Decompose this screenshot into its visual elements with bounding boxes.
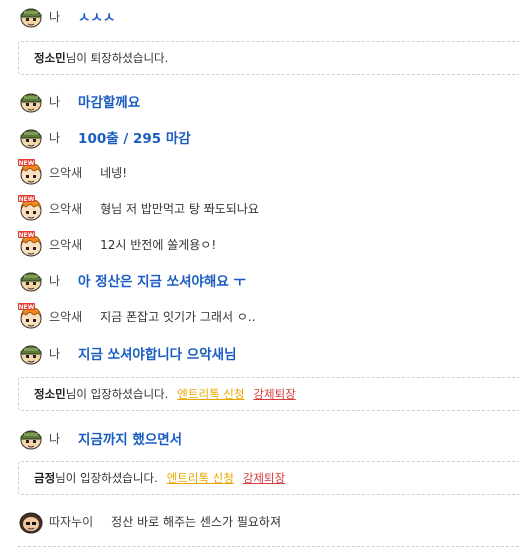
new-user-avatar-icon[interactable]: NEW [18,159,44,185]
sender-name[interactable]: 나 [49,129,60,146]
entry-talk-request-link[interactable]: 엔트리톡 신청 [177,386,244,402]
message-text: 형님 저 밥만먹고 탕 쫘도되나요 [100,201,259,216]
chat-row: 나 지금 쏘셔야합니다 으악새님 [18,340,237,366]
system-notice: 정소민 님이 퇴장하셨습니다. [18,41,519,75]
message-text: 지금 쏘셔야합니다 으악새님 [78,347,237,363]
notice-user-name[interactable]: 정소민 [34,386,66,402]
entry-talk-request-link[interactable]: 엔트리톡 신청 [167,470,234,486]
new-badge: NEW [19,304,35,311]
notice-text: 님이 입장하셨습니다. [55,471,158,485]
notice-text: 님이 입장하셨습니다. [65,387,169,401]
sender-name[interactable]: 으악새 [49,236,82,253]
new-badge: NEW [19,196,35,203]
sender-name[interactable]: 나 [49,272,60,289]
new-user-avatar-icon[interactable]: NEW [18,303,44,329]
message-text: 정산 바로 해주는 센스가 필요하져 [111,514,281,529]
message-text: ㅅㅅㅅ [78,10,116,26]
sender-name[interactable]: 나 [49,345,60,362]
message-text: 12시 반전에 쏠게용ㅇ! [100,237,217,252]
chat-row: 나 ㅅㅅㅅ [18,3,115,29]
notice-user-name[interactable]: 금정 [34,470,55,486]
message-text: 마감할께요 [78,95,141,111]
chat-row: 나 100출 / 295 마감 [18,124,191,150]
system-notice: 정소민 님이 입장하셨습니다. 엔트리톡 신청 강제퇴장 [18,377,519,411]
force-kick-link[interactable]: 강제퇴장 [253,386,295,402]
chat-row: 나 아 정산은 지금 쏘셔야해요 ㅜ [18,267,246,293]
chat-row: NEW 으악새 네넹! [18,159,127,185]
notice-user-name[interactable]: 정소민 [34,50,66,66]
new-user-avatar-icon[interactable]: NEW [18,231,44,257]
soldier-avatar-icon[interactable] [18,425,44,451]
sender-name[interactable]: 으악새 [49,308,82,325]
soldier-avatar-icon[interactable] [18,88,44,114]
chat-row: NEW 으악새 12시 반전에 쏠게용ㅇ! [18,231,216,257]
message-text: 지금까지 했으면서 [78,432,183,448]
message-text: 지금 폰잡고 잇기가 그래서 ㅇ.. [100,309,256,324]
sender-name[interactable]: 나 [49,430,60,447]
chat-row: NEW 으악새 지금 폰잡고 잇기가 그래서 ㅇ.. [18,303,256,329]
divider [18,546,519,547]
sender-name[interactable]: 따자누이 [49,513,93,530]
chat-row: 따자누이 정산 바로 해주는 센스가 필요하져 [18,508,281,534]
soldier-avatar-icon[interactable] [18,3,44,29]
notice-text: 님이 퇴장하셨습니다. [65,51,169,65]
new-badge: NEW [19,160,35,167]
soldier-avatar-icon[interactable] [18,124,44,150]
chat-row: NEW 으악새 형님 저 밥만먹고 탕 쫘도되나요 [18,195,259,221]
chat-row: 나 마감할께요 [18,88,140,114]
sender-name[interactable]: 나 [49,8,60,25]
system-notice: 금정 님이 입장하셨습니다. 엔트리톡 신청 강제퇴장 [18,461,519,495]
message-text: 아 정산은 지금 쏘셔야해요 ㅜ [78,274,246,290]
dark-user-avatar-icon[interactable] [18,508,44,534]
force-kick-link[interactable]: 강제퇴장 [243,470,285,486]
sender-name[interactable]: 으악새 [49,164,82,181]
sender-name[interactable]: 나 [49,93,60,110]
soldier-avatar-icon[interactable] [18,267,44,293]
message-text: 네넹! [100,165,128,180]
soldier-avatar-icon[interactable] [18,340,44,366]
message-text: 100출 / 295 마감 [78,131,191,147]
new-badge: NEW [19,232,35,239]
chat-row: 나 지금까지 했으면서 [18,425,182,451]
sender-name[interactable]: 으악새 [49,200,82,217]
new-user-avatar-icon[interactable]: NEW [18,195,44,221]
